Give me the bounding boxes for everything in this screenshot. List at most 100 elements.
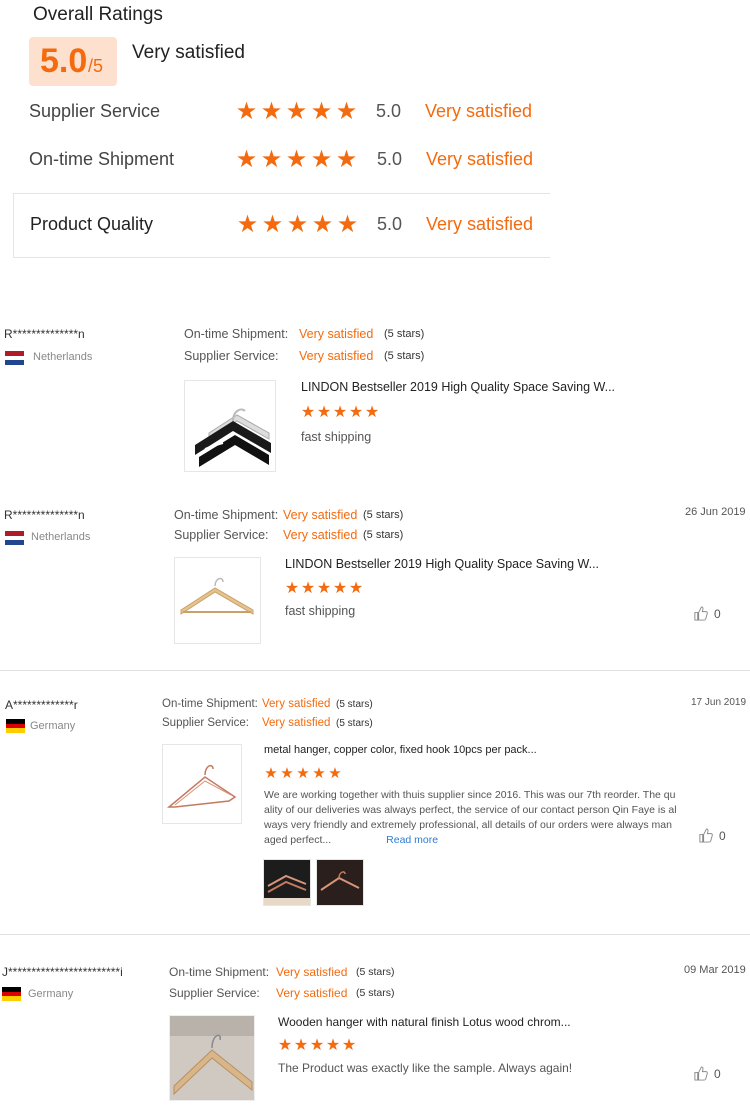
review-stars: ★ ★ ★ ★ ★ bbox=[263, 764, 343, 782]
wooden-hanger-image bbox=[175, 558, 260, 643]
shipment-value: Very satisfied bbox=[262, 698, 331, 710]
product-quality-verdict: Very satisfied bbox=[426, 214, 534, 234]
star-icon: ★ bbox=[336, 211, 359, 238]
product-thumbnail[interactable] bbox=[184, 380, 276, 472]
review-date: 17 Jun 2019 bbox=[691, 697, 747, 708]
germany-flag-icon bbox=[2, 987, 21, 1002]
star-icon: ★ bbox=[310, 146, 333, 173]
shipment-stars-text: (5 stars) bbox=[384, 328, 425, 340]
on-time-shipment-stars: ★ ★ ★ ★ ★ bbox=[234, 145, 359, 174]
service-stars-text: (5 stars) bbox=[356, 987, 395, 999]
shipment-label: On-time Shipment: bbox=[162, 698, 258, 710]
star-icon: ★ bbox=[341, 1037, 357, 1054]
product-title[interactable]: LINDON Bestseller 2019 High Quality Spac… bbox=[301, 380, 615, 394]
shipment-stars-text: (5 stars) bbox=[356, 966, 395, 978]
star-icon: ★ bbox=[285, 146, 308, 173]
review-stars: ★ ★ ★ ★ ★ bbox=[300, 402, 380, 422]
divider bbox=[0, 670, 750, 671]
supplier-service-stars: ★ ★ ★ ★ ★ bbox=[234, 97, 359, 126]
star-icon: ★ bbox=[348, 404, 364, 421]
review-photo[interactable] bbox=[263, 859, 311, 906]
shipment-label: On-time Shipment: bbox=[169, 965, 270, 979]
review-photo-image bbox=[264, 860, 310, 905]
on-time-shipment-label: On-time Shipment bbox=[29, 149, 175, 169]
thumbs-up-icon bbox=[694, 1066, 708, 1081]
star-icon: ★ bbox=[348, 580, 364, 597]
like-count: 0 bbox=[714, 1066, 721, 1081]
read-more-link[interactable]: Read more bbox=[386, 834, 438, 846]
service-label: Supplier Service: bbox=[174, 528, 269, 542]
reviewer-name: J************************i bbox=[2, 965, 123, 979]
star-icon: ★ bbox=[332, 580, 348, 597]
shipment-label: On-time Shipment: bbox=[174, 508, 279, 522]
star-icon: ★ bbox=[316, 580, 332, 597]
star-icon: ★ bbox=[293, 1037, 309, 1054]
like-button[interactable]: 0 bbox=[693, 606, 721, 621]
review-comment: fast shipping bbox=[285, 604, 356, 618]
netherlands-flag-icon bbox=[5, 531, 24, 546]
star-icon: ★ bbox=[280, 765, 294, 782]
reviewer-name: R**************n bbox=[4, 508, 85, 522]
shipment-value: Very satisfied bbox=[276, 965, 348, 979]
product-thumbnail[interactable] bbox=[162, 744, 242, 824]
on-time-shipment-value: 5.0 bbox=[377, 149, 403, 169]
supplier-service-value: 5.0 bbox=[376, 101, 402, 121]
reviewer-country: Netherlands bbox=[31, 531, 91, 543]
review-photo[interactable] bbox=[316, 859, 364, 906]
comment-line: aged perfect... bbox=[264, 834, 332, 846]
review-date: 26 Jun 2019 bbox=[685, 506, 746, 518]
reviewer-name: A*************r bbox=[5, 698, 78, 712]
star-icon: ★ bbox=[284, 580, 300, 597]
star-icon: ★ bbox=[277, 1037, 293, 1054]
star-icon: ★ bbox=[310, 98, 333, 125]
comment-line: We are working together with thuis suppl… bbox=[264, 789, 676, 801]
wooden-hanger-photo bbox=[170, 1016, 254, 1100]
service-stars-text: (5 stars) bbox=[363, 529, 404, 541]
product-quality-stars: ★ ★ ★ ★ ★ bbox=[235, 210, 360, 239]
like-count: 0 bbox=[719, 828, 726, 843]
product-title[interactable]: Wooden hanger with natural finish Lotus … bbox=[278, 1015, 571, 1029]
star-icon: ★ bbox=[309, 1037, 325, 1054]
review-comment: The Product was exactly like the sample.… bbox=[278, 1061, 573, 1075]
like-button[interactable]: 0 bbox=[693, 1066, 721, 1081]
overall-ratings-title: Overall Ratings bbox=[33, 4, 163, 25]
product-title[interactable]: LINDON Bestseller 2019 High Quality Spac… bbox=[285, 557, 599, 571]
overall-score-denominator: /5 bbox=[88, 56, 104, 76]
product-thumbnail[interactable] bbox=[174, 557, 261, 644]
product-title[interactable]: metal hanger, copper color, fixed hook 1… bbox=[264, 744, 537, 756]
review-comment: fast shipping bbox=[301, 430, 372, 444]
on-time-shipment-verdict: Very satisfied bbox=[426, 149, 534, 169]
star-icon: ★ bbox=[300, 404, 316, 421]
star-icon: ★ bbox=[311, 211, 334, 238]
like-button[interactable]: 0 bbox=[698, 828, 726, 843]
star-icon: ★ bbox=[325, 1037, 341, 1054]
star-icon: ★ bbox=[260, 98, 283, 125]
review-date: 09 Mar 2019 bbox=[684, 964, 746, 976]
divider bbox=[0, 934, 750, 935]
review-stars: ★ ★ ★ ★ ★ bbox=[277, 1035, 357, 1055]
star-icon: ★ bbox=[264, 765, 278, 782]
star-icon: ★ bbox=[328, 765, 342, 782]
service-value: Very satisfied bbox=[299, 349, 374, 363]
star-icon: ★ bbox=[300, 580, 316, 597]
service-value: Very satisfied bbox=[283, 528, 358, 542]
comment-line: ways very friendly and extremely profess… bbox=[264, 819, 672, 831]
product-thumbnail[interactable] bbox=[169, 1015, 255, 1101]
star-icon: ★ bbox=[236, 211, 259, 238]
overall-score: 5.0 bbox=[40, 42, 88, 80]
reviewer-country: Germany bbox=[30, 720, 76, 732]
service-value: Very satisfied bbox=[276, 986, 348, 1000]
star-icon: ★ bbox=[296, 765, 310, 782]
germany-flag-icon bbox=[6, 719, 25, 734]
star-icon: ★ bbox=[286, 211, 309, 238]
copper-hanger-image bbox=[163, 745, 241, 823]
netherlands-flag-icon bbox=[5, 351, 24, 366]
review-stars: ★ ★ ★ ★ ★ bbox=[284, 578, 364, 598]
star-icon: ★ bbox=[260, 146, 283, 173]
star-icon: ★ bbox=[312, 765, 326, 782]
star-icon: ★ bbox=[316, 404, 332, 421]
like-count: 0 bbox=[714, 606, 721, 621]
star-icon: ★ bbox=[335, 98, 358, 125]
service-value: Very satisfied bbox=[262, 717, 331, 729]
reviewer-name: R**************n bbox=[4, 327, 85, 341]
